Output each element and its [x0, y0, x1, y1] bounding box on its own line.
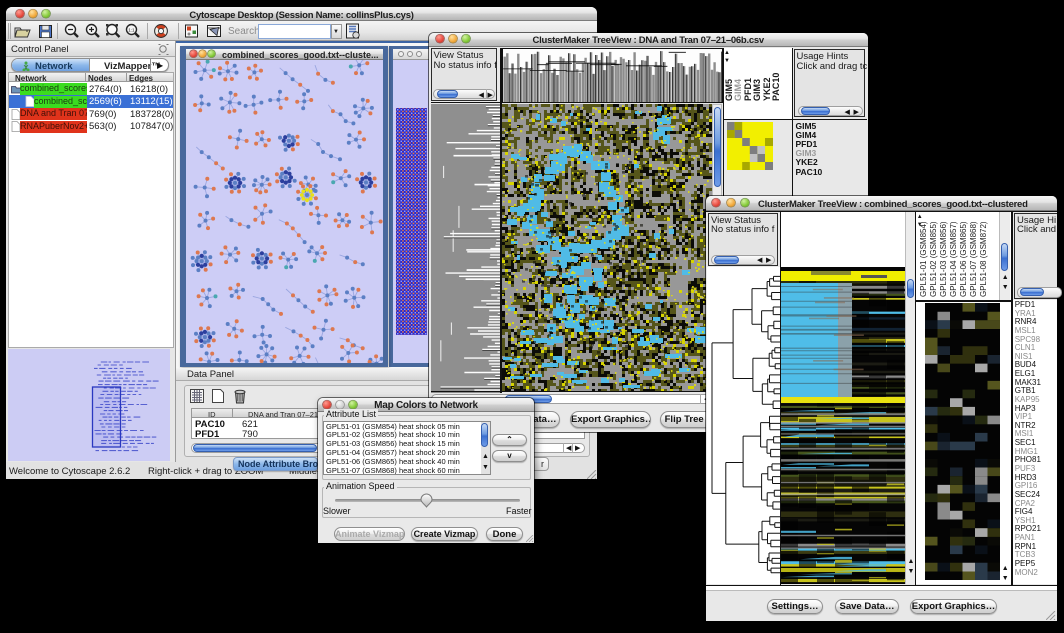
- svg-text:1:1: 1:1: [128, 28, 135, 33]
